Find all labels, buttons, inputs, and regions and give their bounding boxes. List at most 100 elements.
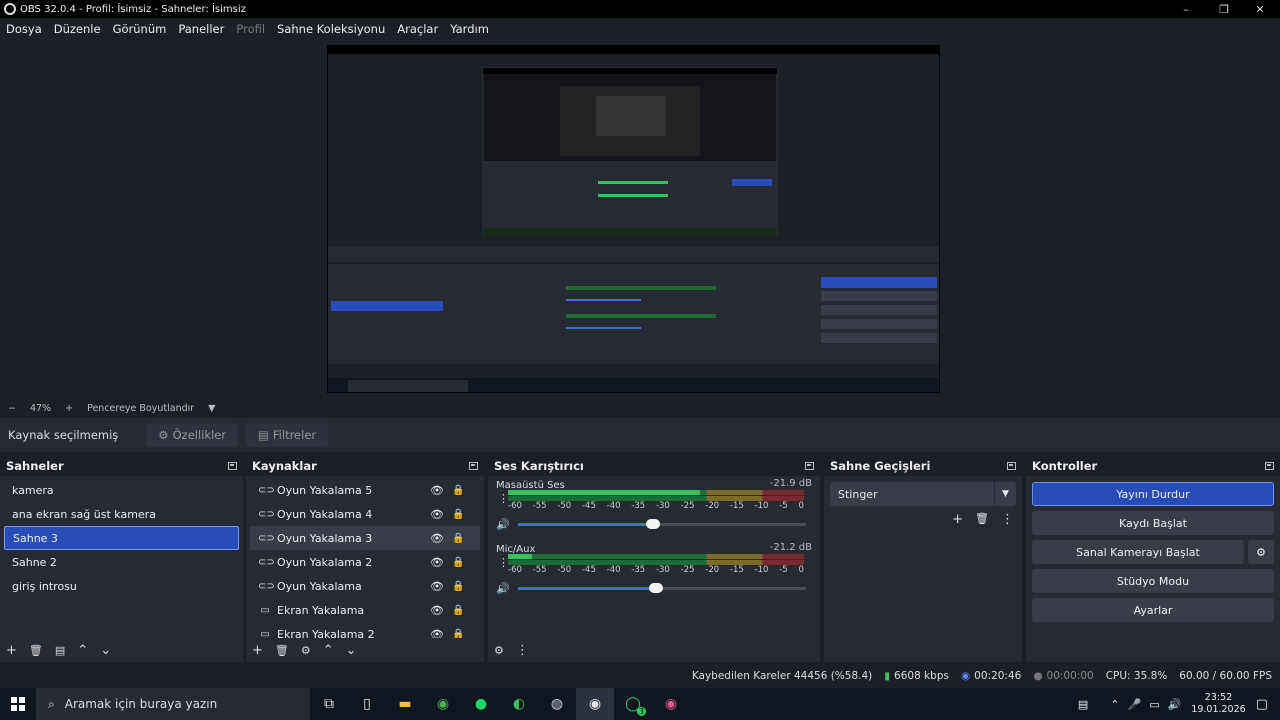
microphone-icon[interactable]: 🎤: [1127, 698, 1141, 711]
menu-help[interactable]: Yardım: [450, 22, 489, 36]
zoom-out-button[interactable]: −: [8, 403, 16, 414]
eye-icon[interactable]: 👁: [430, 580, 444, 593]
add-scene-button[interactable]: +: [6, 643, 17, 658]
eye-icon[interactable]: 👁: [430, 532, 444, 545]
obs-taskbar-icon[interactable]: ◉: [576, 688, 614, 720]
eye-icon[interactable]: 👁: [430, 628, 444, 639]
source-item[interactable]: ⊂⊃ Oyun Yakalama 👁 🔒: [250, 574, 480, 598]
start-recording-button[interactable]: Kaydı Başlat: [1032, 511, 1274, 535]
scene-item[interactable]: kamera: [4, 478, 239, 502]
remove-source-button[interactable]: 🗑: [275, 644, 289, 657]
app-icon[interactable]: ◐: [500, 688, 538, 720]
minimize-button[interactable]: –: [1168, 0, 1204, 18]
meter-tick-label: -35: [631, 501, 646, 511]
source-item[interactable]: ⊂⊃ Oyun Yakalama 3 👁 🔒: [250, 526, 480, 550]
zoom-dropdown-icon[interactable]: ▼: [208, 403, 215, 414]
chrome-icon[interactable]: ◉: [424, 688, 462, 720]
speaker-icon[interactable]: 🔊: [496, 582, 510, 595]
restore-button[interactable]: ❐: [1206, 0, 1242, 18]
speaker-icon[interactable]: 🔊: [496, 518, 510, 531]
task-view-icon[interactable]: ⧉: [310, 688, 348, 720]
eye-icon[interactable]: 👁: [430, 604, 444, 617]
eye-icon[interactable]: 👁: [430, 556, 444, 569]
source-item[interactable]: ▭ Ekran Yakalama 2 👁 🔒: [250, 622, 480, 639]
close-button[interactable]: ✕: [1242, 0, 1278, 18]
notes-icon[interactable]: ▯: [348, 688, 386, 720]
move-scene-up-button[interactable]: ⌃: [77, 643, 88, 658]
eye-icon[interactable]: 👁: [430, 508, 444, 521]
filters-button[interactable]: ▤ Filtreler: [246, 423, 329, 447]
network-icon[interactable]: ▭: [1149, 698, 1159, 711]
lock-icon[interactable]: 🔒: [452, 533, 464, 544]
gear-icon[interactable]: ⚙: [1248, 540, 1274, 564]
file-explorer-icon[interactable]: ▬: [386, 688, 424, 720]
messenger-icon[interactable]: ◉: [652, 688, 690, 720]
windows-start-icon[interactable]: [0, 688, 36, 720]
scene-item[interactable]: ana ekran sağ üst kamera: [4, 502, 239, 526]
stop-stream-button[interactable]: Yayını Durdur: [1032, 482, 1274, 506]
volume-slider[interactable]: [517, 582, 806, 593]
source-item[interactable]: ⊂⊃ Oyun Yakalama 2 👁 🔒: [250, 550, 480, 574]
taskbar-search[interactable]: ⌕ Aramak için buraya yazın: [36, 688, 310, 720]
lock-icon[interactable]: 🔒: [452, 581, 464, 592]
undock-icon[interactable]: [469, 462, 478, 470]
undock-icon[interactable]: [228, 462, 237, 470]
meter-tick-label: -25: [680, 501, 695, 511]
mixer-menu-button[interactable]: ⋮: [516, 643, 529, 658]
volume-knob[interactable]: [649, 582, 664, 593]
menu-file[interactable]: Dosya: [6, 22, 42, 36]
menu-docks[interactable]: Paneller: [178, 22, 224, 36]
add-transition-button[interactable]: +: [952, 512, 963, 527]
move-scene-down-button[interactable]: ⌄: [100, 643, 111, 658]
remove-transition-button[interactable]: 🗑: [975, 512, 989, 527]
fit-to-window-label[interactable]: Pencereye Boyutlandır: [87, 403, 194, 414]
transition-select[interactable]: Stinger ▼: [830, 482, 1016, 506]
move-source-down-button[interactable]: ⌄: [346, 643, 357, 658]
source-item[interactable]: ▭ Ekran Yakalama 👁 🔒: [250, 598, 480, 622]
move-source-up-button[interactable]: ⌃: [323, 643, 334, 658]
volume-icon[interactable]: 🔊: [1168, 698, 1182, 711]
studio-mode-button[interactable]: Stüdyo Modu: [1032, 569, 1274, 593]
transition-menu-button[interactable]: ⋮: [1001, 512, 1014, 527]
remove-scene-button[interactable]: 🗑: [29, 644, 43, 657]
scene-item[interactable]: giriş introsu: [4, 574, 239, 598]
clock[interactable]: 23:52 19.01.2026: [1191, 692, 1245, 716]
zoom-in-button[interactable]: +: [65, 403, 73, 414]
scene-item[interactable]: Sahne 2: [4, 550, 239, 574]
keyboard-icon[interactable]: ▤: [1078, 698, 1088, 711]
scene-item-selected[interactable]: Sahne 3: [4, 526, 239, 550]
source-properties-button[interactable]: ⚙: [301, 644, 311, 657]
undock-icon[interactable]: [1265, 462, 1274, 470]
start-virtual-camera-button[interactable]: Sanal Kamerayı Başlat: [1032, 540, 1244, 564]
properties-button[interactable]: ⚙ Özellikler: [146, 423, 239, 447]
menu-edit[interactable]: Düzenle: [54, 22, 101, 36]
notifications-icon[interactable]: ▢: [1256, 697, 1268, 712]
volume-slider[interactable]: [517, 518, 806, 529]
menu-scene-collection[interactable]: Sahne Koleksiyonu: [277, 22, 385, 36]
source-item[interactable]: ⊂⊃ Oyun Yakalama 4 👁 🔒: [250, 502, 480, 526]
stream-preview[interactable]: [327, 45, 940, 393]
lock-icon[interactable]: 🔒: [452, 485, 464, 496]
menu-profile[interactable]: Profil: [236, 22, 265, 36]
undock-icon[interactable]: [1007, 462, 1016, 470]
add-source-button[interactable]: +: [252, 643, 263, 658]
settings-button[interactable]: Ayarlar: [1032, 598, 1274, 622]
scene-filters-button[interactable]: ▤: [55, 644, 65, 657]
volume-knob[interactable]: [646, 518, 661, 529]
whatsapp-icon[interactable]: ◯ 3: [614, 688, 652, 720]
lock-icon[interactable]: 🔒: [452, 509, 464, 520]
menu-view[interactable]: Görünüm: [113, 22, 167, 36]
source-name: Ekran Yakalama 2: [277, 627, 375, 639]
chevron-up-icon[interactable]: ⌃: [1110, 698, 1119, 711]
eye-icon[interactable]: 👁: [430, 484, 444, 497]
spotify-icon[interactable]: ●: [462, 688, 500, 720]
menu-tools[interactable]: Araçlar: [397, 22, 438, 36]
undock-icon[interactable]: [805, 462, 814, 470]
lock-icon[interactable]: 🔒: [452, 629, 464, 639]
system-tray: ▤ ⌃ 🎤 ▭ 🔊 23:52 19.01.2026 ▢: [1078, 688, 1280, 720]
source-item[interactable]: ⊂⊃ Oyun Yakalama 5 👁 🔒: [250, 478, 480, 502]
steam-icon[interactable]: ◍: [538, 688, 576, 720]
advanced-audio-button[interactable]: ⚙: [494, 644, 504, 657]
lock-icon[interactable]: 🔒: [452, 557, 464, 568]
lock-icon[interactable]: 🔒: [452, 605, 464, 616]
